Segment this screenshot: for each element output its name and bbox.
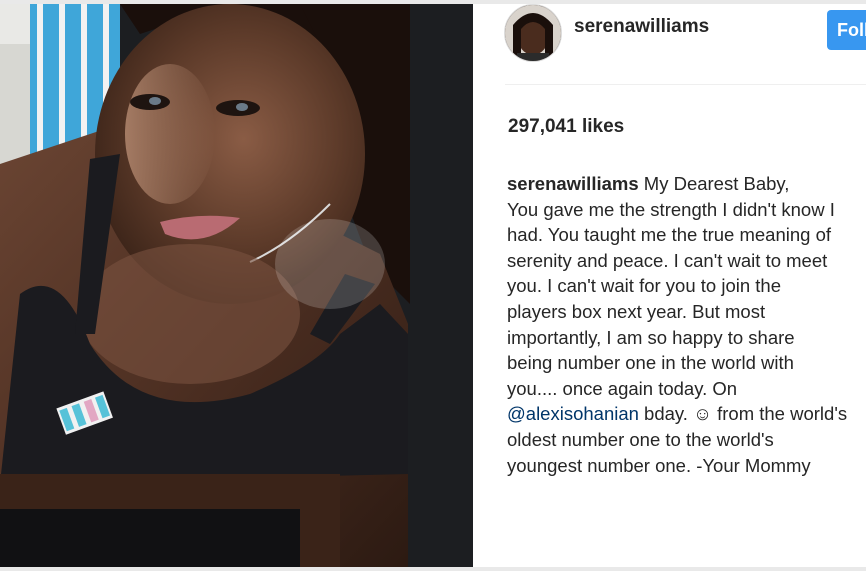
selfie-image <box>0 4 473 567</box>
follow-button[interactable]: Follow <box>827 10 866 50</box>
caption-line: had. You taught me the true meaning of <box>507 224 831 246</box>
post-photo[interactable] <box>0 4 473 567</box>
caption-line: You gave me the strength I didn't know I <box>507 198 835 220</box>
caption-line: you. I can't wait for you to join the <box>507 275 781 297</box>
profile-photo-icon <box>505 5 561 61</box>
bottom-border <box>0 567 866 571</box>
caption-line: importantly, I am so happy to share <box>507 326 795 348</box>
caption-text: My Dearest Baby, <box>643 173 790 194</box>
caption-line: you.... once again today. On <box>507 377 738 399</box>
header-username[interactable]: serenawilliams <box>574 16 709 38</box>
post-caption: serenawilliams My Dearest Baby, You gave… <box>507 171 866 478</box>
mention-link[interactable]: @alexisohanian <box>507 403 639 424</box>
post-header: serenawilliams Follow <box>473 4 866 84</box>
caption-line: serenawilliams My Dearest Baby, <box>507 171 866 197</box>
likes-count[interactable]: 297,041 likes <box>508 116 624 138</box>
caption-line: serenity and peace. I can't wait to meet <box>507 249 828 271</box>
post-sidebar: serenawilliams Follow 297,041 likes sere… <box>473 4 866 567</box>
caption-line: youngest number one. -Your Mommy <box>507 454 811 476</box>
avatar[interactable] <box>504 4 562 62</box>
caption-author[interactable]: serenawilliams <box>507 173 639 194</box>
caption-text: bday. ☺ from the world's <box>638 403 848 425</box>
caption-line: players box next year. But most <box>507 300 766 322</box>
caption-line: @alexisohanian bday. ☺ from the world's <box>507 401 866 427</box>
caption-line: oldest number one to the world's <box>507 428 774 450</box>
divider <box>505 84 866 85</box>
caption-line: being number one in the world with <box>507 352 794 374</box>
